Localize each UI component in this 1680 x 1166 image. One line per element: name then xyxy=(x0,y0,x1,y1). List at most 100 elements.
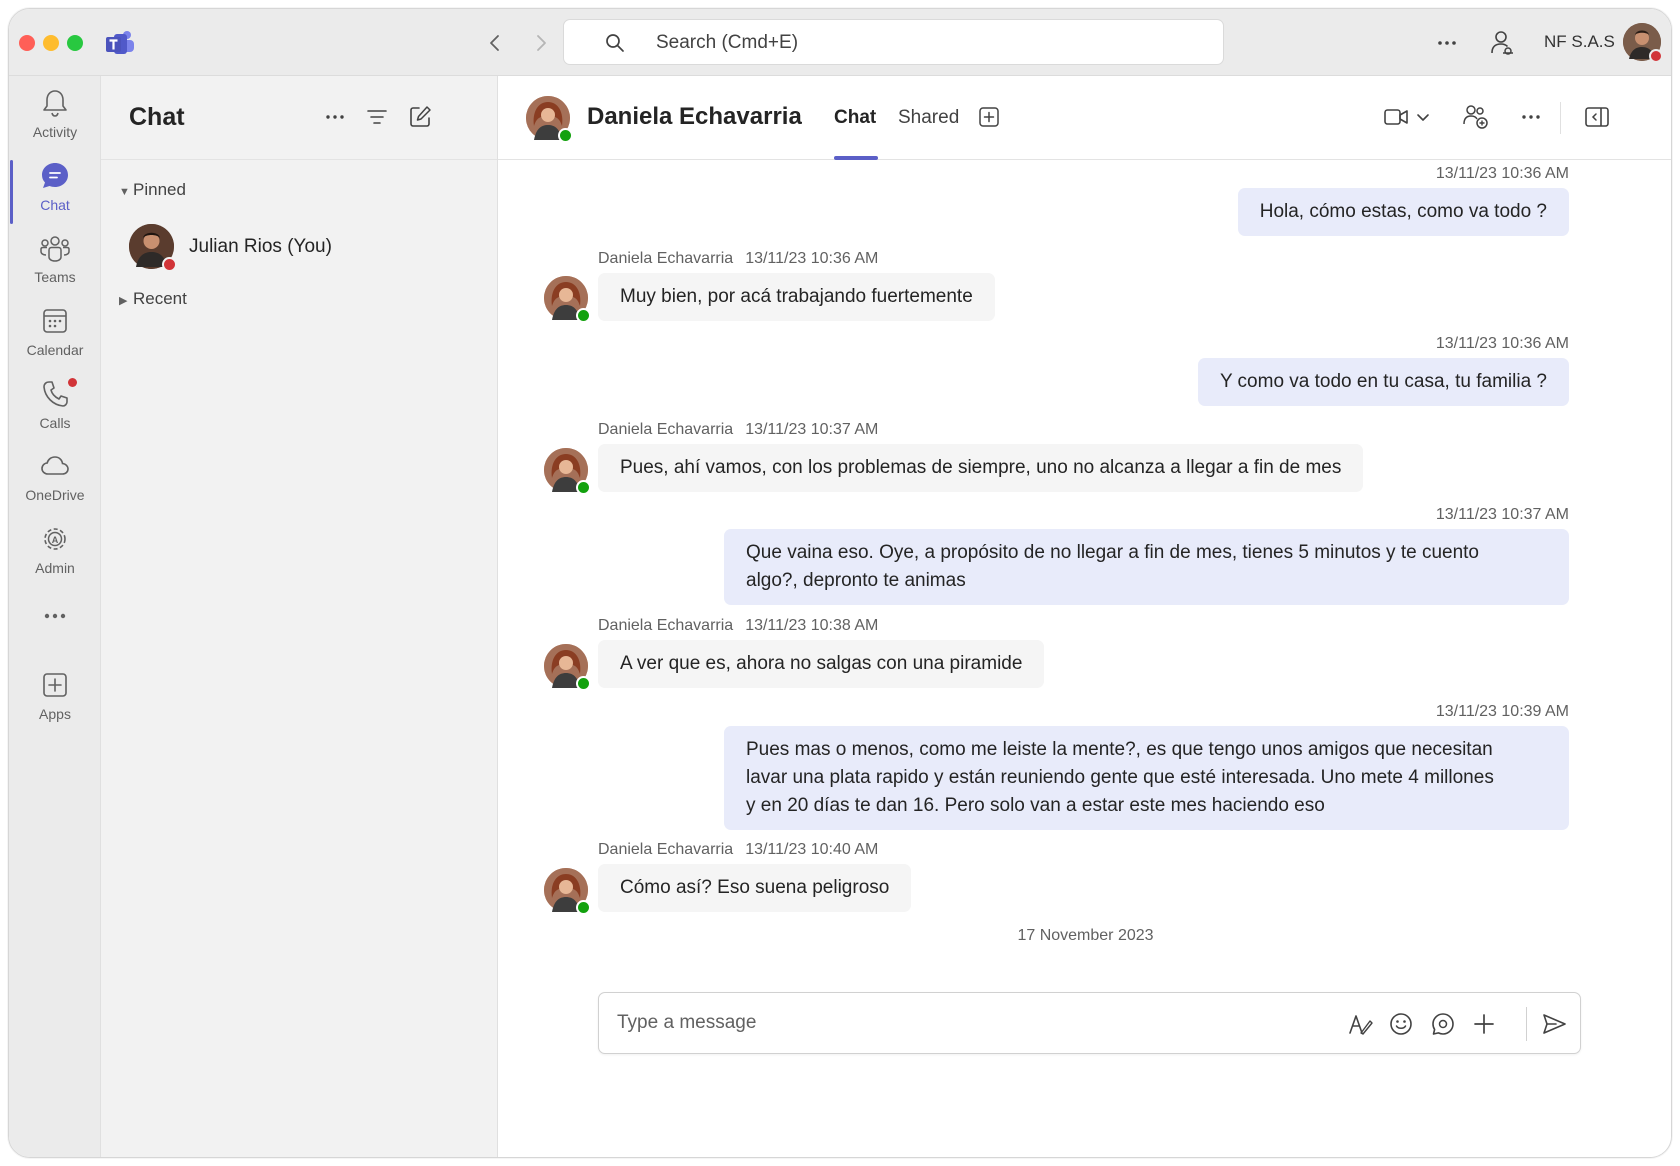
rail-item-activity[interactable]: Activity xyxy=(9,88,101,158)
message-text: algo?, depronto te animas xyxy=(746,570,966,591)
outgoing-message[interactable]: Que vaina eso. Oye, a propósito de no ll… xyxy=(724,529,1569,605)
rail-label: OneDrive xyxy=(25,487,85,503)
rail-item-chat[interactable]: Chat xyxy=(9,161,101,231)
message-meta: Daniela Echavarria 13/11/23 10:38 AM xyxy=(598,617,878,635)
more-options-icon[interactable] xyxy=(1435,31,1459,55)
sender-name: Daniela Echavarria xyxy=(598,841,734,858)
sender-name: Daniela Echavarria xyxy=(598,250,734,267)
tab-chat[interactable]: Chat xyxy=(834,107,876,129)
rail-item-calls[interactable]: Calls xyxy=(9,378,101,449)
app-rail: Activity Chat Teams Calendar Calls OneDr… xyxy=(9,76,101,1157)
rail-item-calendar[interactable]: Calendar xyxy=(9,306,101,376)
organization-name[interactable]: NF S.A.S xyxy=(1544,32,1615,52)
conversation-header: Daniela Echavarria Chat Shared xyxy=(498,76,1671,160)
sender-avatar[interactable] xyxy=(544,448,591,495)
send-icon[interactable] xyxy=(1541,1011,1567,1037)
sender-avatar[interactable] xyxy=(544,276,591,323)
rail-item-admin[interactable]: A Admin xyxy=(9,524,101,594)
available-status-badge xyxy=(576,308,591,323)
video-call-icon[interactable] xyxy=(1383,104,1409,130)
minimize-window-button[interactable] xyxy=(43,35,59,51)
composer-divider xyxy=(1526,1007,1527,1041)
add-people-icon[interactable] xyxy=(1461,102,1489,130)
rail-label: Calls xyxy=(39,415,71,431)
message-timestamp: 13/11/23 10:39 AM xyxy=(1435,703,1569,720)
open-side-panel-icon[interactable] xyxy=(1584,104,1610,130)
chat-list-item[interactable]: Julian Rios (You) xyxy=(129,224,469,272)
add-app-icon xyxy=(43,673,67,697)
svg-text:A: A xyxy=(52,535,59,545)
outgoing-message[interactable]: Y como va todo en tu casa, tu familia ? xyxy=(1197,358,1569,406)
header-divider xyxy=(1560,102,1561,134)
chevron-down-icon[interactable] xyxy=(1415,109,1431,125)
zoom-window-button[interactable] xyxy=(67,35,83,51)
message-meta: Daniela Echavarria 13/11/23 10:37 AM xyxy=(598,421,878,439)
format-text-icon[interactable] xyxy=(1347,1011,1373,1037)
message-list: 13/11/23 10:36 AM Hola, cómo estas, como… xyxy=(498,160,1671,1040)
outgoing-message[interactable]: Hola, cómo estas, como va todo ? xyxy=(1237,188,1569,236)
avatar xyxy=(129,224,177,272)
incoming-message[interactable]: A ver que es, ahora no salgas con una pi… xyxy=(598,640,1045,688)
incoming-message[interactable]: Cómo así? Eso suena peligroso xyxy=(598,864,912,912)
chevron-right-icon: ▶ xyxy=(119,295,128,307)
profile-avatar[interactable] xyxy=(1623,23,1663,63)
sender-avatar[interactable] xyxy=(544,644,591,691)
more-options-icon[interactable] xyxy=(322,104,348,130)
pinned-label: Pinned xyxy=(133,180,186,199)
rail-label: Activity xyxy=(32,124,78,140)
incoming-message[interactable]: Pues, ahí vamos, con los problemas de si… xyxy=(598,444,1364,492)
contact-name: Julian Rios (You) xyxy=(189,236,332,257)
outgoing-message[interactable]: Pues mas o menos, como me leiste la ment… xyxy=(724,726,1569,830)
incoming-message[interactable]: Muy bien, por acá trabajando fuertemente xyxy=(598,273,995,321)
chat-icon xyxy=(42,163,68,188)
rail-item-onedrive[interactable]: OneDrive xyxy=(9,451,101,521)
message-meta: Daniela Echavarria 13/11/23 10:36 AM xyxy=(598,250,878,268)
pinned-section-toggle[interactable]: ▼ Pinned xyxy=(119,180,186,200)
search-icon xyxy=(606,34,624,52)
add-attachment-icon[interactable] xyxy=(1471,1011,1497,1037)
admin-gear-icon: A xyxy=(44,528,66,550)
rail-item-teams[interactable]: Teams xyxy=(9,233,101,303)
rail-item-more[interactable] xyxy=(9,606,101,636)
message-text: Que vaina eso. Oye, a propósito de no ll… xyxy=(746,542,1479,563)
message-timestamp: 13/11/23 10:38 AM xyxy=(745,617,879,634)
message-timestamp: 13/11/23 10:36 AM xyxy=(1435,165,1569,182)
available-status-badge xyxy=(576,900,591,915)
phone-icon xyxy=(43,381,68,407)
filter-icon[interactable] xyxy=(364,104,390,130)
sender-avatar[interactable] xyxy=(544,868,591,915)
back-arrow-icon[interactable] xyxy=(483,31,507,55)
new-chat-icon[interactable] xyxy=(407,104,433,130)
contact-avatar[interactable] xyxy=(526,96,573,143)
rail-item-apps[interactable]: Apps xyxy=(9,670,101,740)
recent-section-toggle[interactable]: ▶ Recent xyxy=(119,289,187,309)
message-text: Muy bien, por acá trabajando fuertemente xyxy=(620,286,973,307)
rail-label: Chat xyxy=(40,197,70,213)
people-settings-icon[interactable] xyxy=(1489,29,1515,57)
message-composer[interactable]: Type a message xyxy=(598,992,1581,1054)
available-status-badge xyxy=(576,480,591,495)
rail-label: Calendar xyxy=(26,342,84,358)
loop-component-icon[interactable] xyxy=(1430,1011,1456,1037)
message-text: Pues mas o menos, como me leiste la ment… xyxy=(746,739,1493,760)
search-box[interactable]: Search (Cmd+E) xyxy=(563,19,1224,65)
tab-shared[interactable]: Shared xyxy=(898,107,959,129)
forward-arrow-icon[interactable] xyxy=(529,31,553,55)
emoji-icon[interactable] xyxy=(1388,1011,1414,1037)
close-window-button[interactable] xyxy=(19,35,35,51)
message-timestamp: 13/11/23 10:36 AM xyxy=(1435,335,1569,352)
calendar-icon xyxy=(43,309,67,333)
message-timestamp: 13/11/23 10:40 AM xyxy=(745,841,879,858)
title-bar: Search (Cmd+E) NF S.A.S xyxy=(9,9,1671,76)
chat-list-panel: Chat ▼ Pinned Julian Rios (You) ▶ Recent xyxy=(101,76,498,1157)
sender-name: Daniela Echavarria xyxy=(598,421,734,438)
more-options-icon[interactable] xyxy=(1518,104,1544,130)
rail-label: Admin xyxy=(35,560,75,576)
message-timestamp: 13/11/23 10:37 AM xyxy=(745,421,879,438)
rail-label: Apps xyxy=(39,706,71,722)
add-tab-icon[interactable] xyxy=(978,106,1000,128)
date-separator: 17 November 2023 xyxy=(1017,927,1154,944)
message-text: Cómo así? Eso suena peligroso xyxy=(620,877,890,898)
teams-logo-icon xyxy=(106,31,134,54)
teams-icon xyxy=(40,236,70,262)
